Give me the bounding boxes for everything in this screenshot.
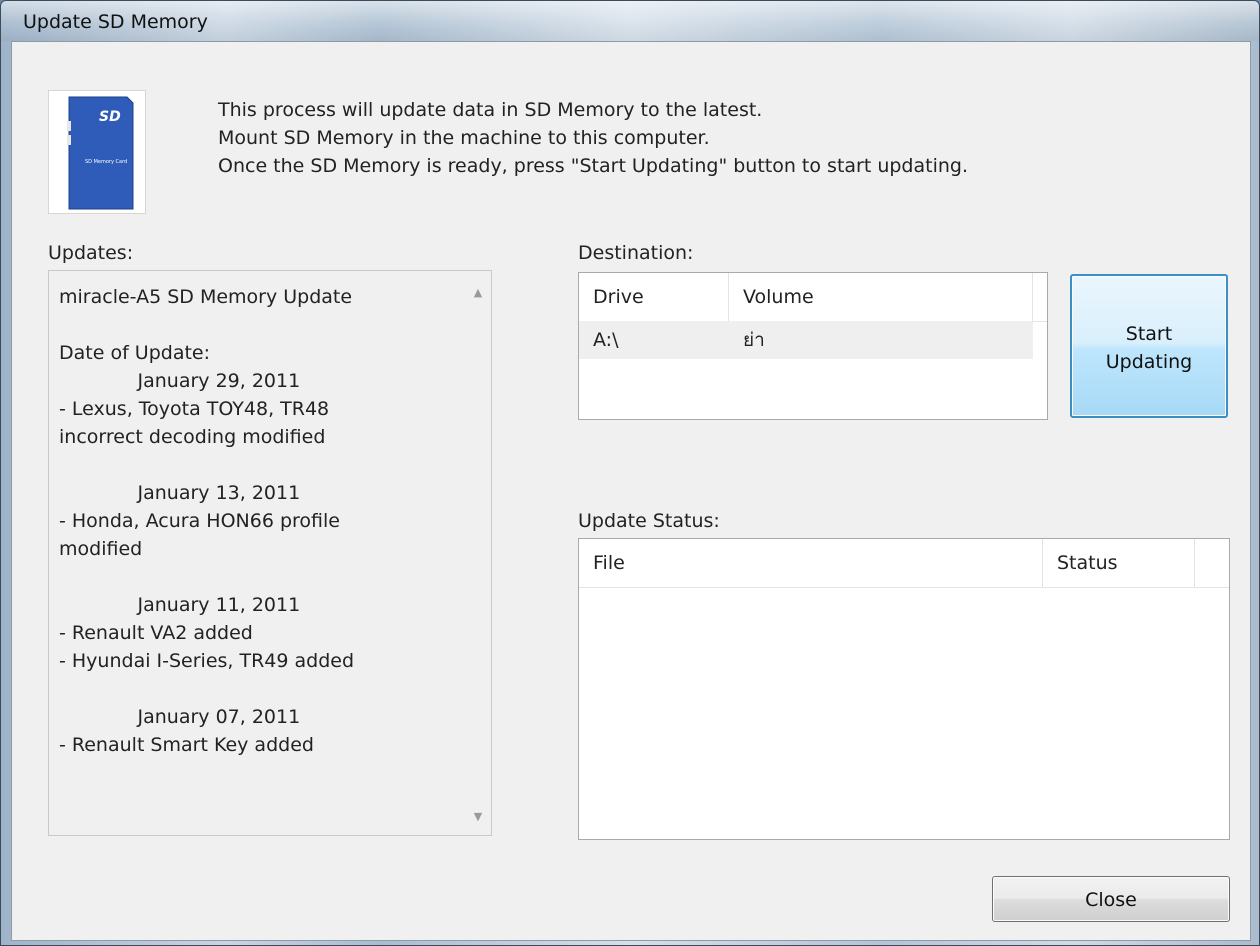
intro-line-2: Mount SD Memory in the machine to this c… xyxy=(218,127,710,149)
sd-card-label: SD Memory Card xyxy=(85,159,127,165)
intro-line-1: This process will update data in SD Memo… xyxy=(218,99,763,121)
close-button[interactable]: Close xyxy=(992,876,1230,922)
update-sd-memory-window: Update SD Memory SD SD Memory Card This … xyxy=(0,0,1260,946)
sd-card-icon: SD SD Memory Card xyxy=(48,90,146,214)
column-volume[interactable]: Volume xyxy=(729,273,1033,321)
destination-list-header: Drive Volume xyxy=(579,273,1047,322)
updates-content: miracle-A5 SD Memory Update Date of Upda… xyxy=(59,286,355,756)
dialog-client-area: SD SD Memory Card This process will upda… xyxy=(11,41,1251,941)
start-updating-button[interactable]: Start Updating xyxy=(1070,274,1228,418)
column-status[interactable]: Status xyxy=(1043,539,1195,587)
intro-text: This process will update data in SD Memo… xyxy=(218,96,968,180)
update-status-list[interactable]: File Status xyxy=(578,538,1230,840)
updates-scrollbar[interactable]: ▲ ▼ xyxy=(467,273,489,833)
window-title: Update SD Memory xyxy=(23,11,208,33)
destination-label: Destination: xyxy=(578,242,694,264)
column-file[interactable]: File xyxy=(579,539,1043,587)
sd-card-graphic: SD SD Memory Card xyxy=(67,96,134,210)
drive-cell: A:\ xyxy=(593,329,619,351)
column-drive[interactable]: Drive xyxy=(579,273,729,321)
intro-line-3: Once the SD Memory is ready, press "Star… xyxy=(218,155,969,177)
updates-label: Updates: xyxy=(48,242,134,264)
title-bar[interactable]: Update SD Memory xyxy=(1,1,1259,41)
destination-row[interactable]: A:\ ย่า xyxy=(579,321,1033,359)
update-status-label: Update Status: xyxy=(578,510,720,532)
volume-cell: ย่า xyxy=(743,329,765,351)
destination-list[interactable]: Drive Volume A:\ ย่า xyxy=(578,272,1048,420)
scroll-down-icon[interactable]: ▼ xyxy=(471,811,485,823)
updates-textbox[interactable]: miracle-A5 SD Memory Update Date of Upda… xyxy=(48,270,492,836)
start-updating-label: Start Updating xyxy=(1105,323,1193,373)
sd-logo-text: SD xyxy=(99,109,121,125)
update-status-list-header: File Status xyxy=(579,539,1229,588)
scroll-up-icon[interactable]: ▲ xyxy=(471,287,485,299)
